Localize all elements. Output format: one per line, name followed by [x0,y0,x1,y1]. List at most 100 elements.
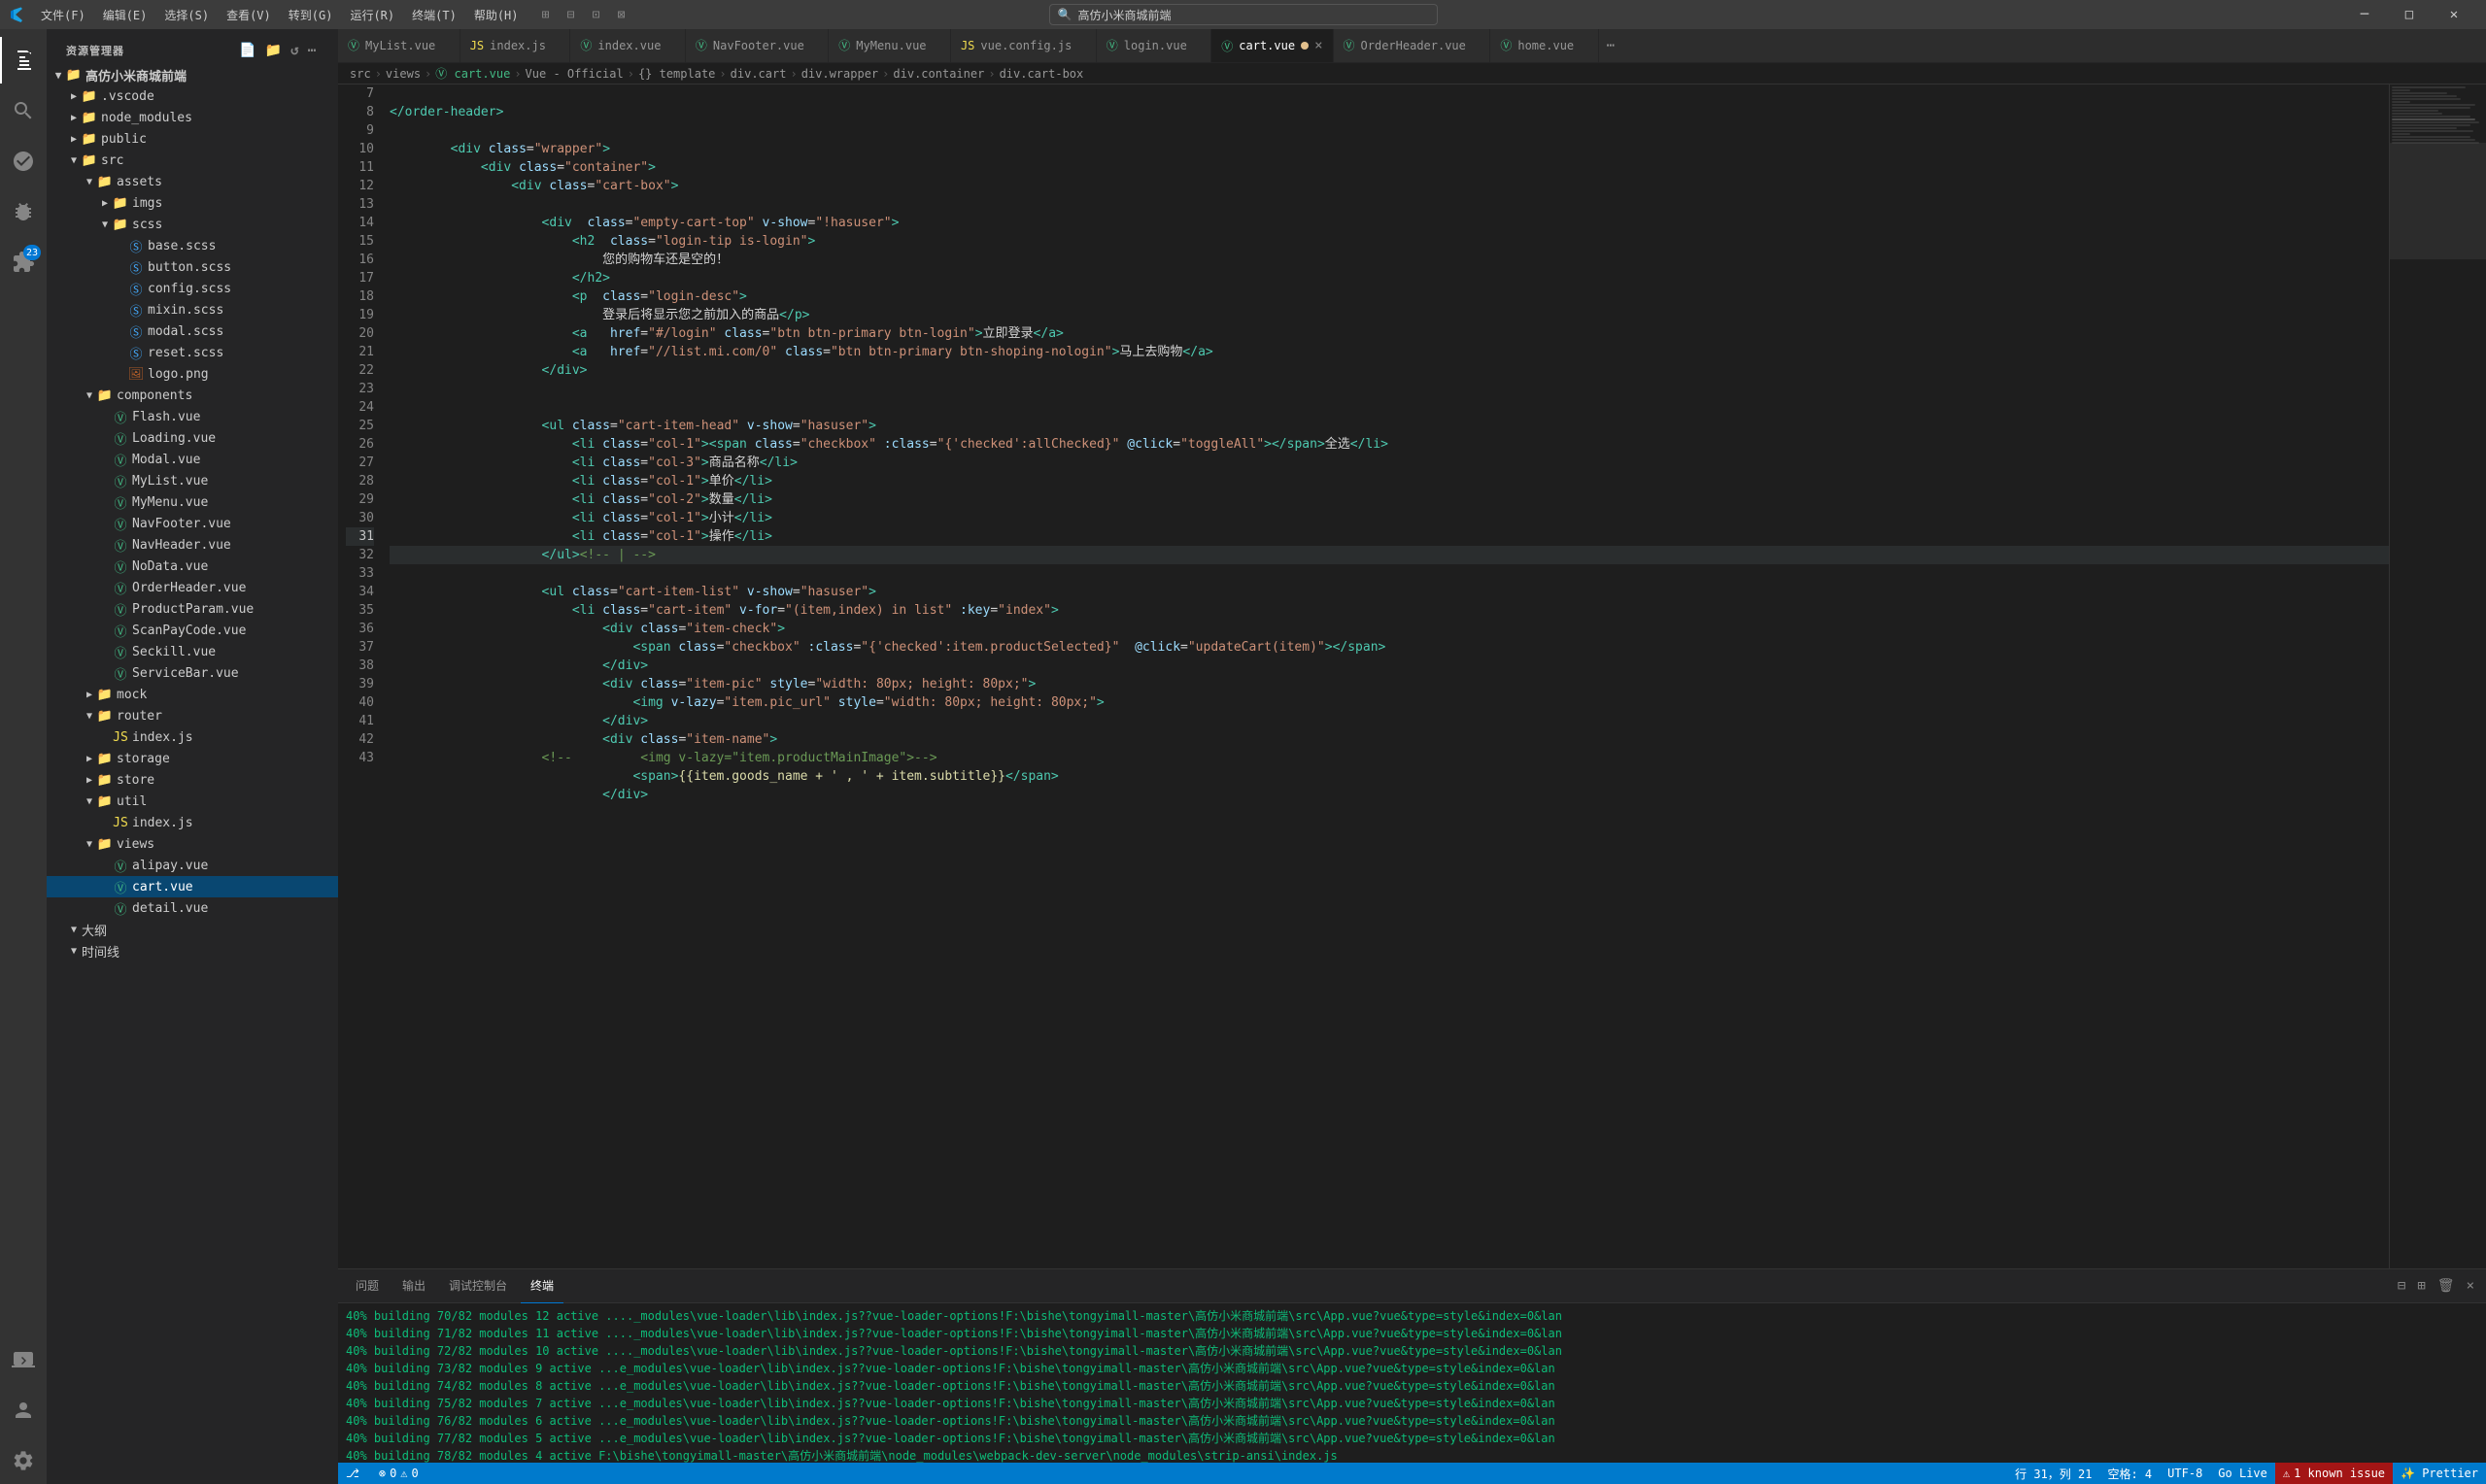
breadcrumb-div-wrapper[interactable]: div.wrapper [801,67,878,81]
tree-item-detail[interactable]: Ⓥ detail.vue [47,897,338,919]
tab-home[interactable]: Ⓥ home.vue × [1490,29,1598,62]
tree-item-scanpaycode[interactable]: Ⓥ ScanPayCode.vue [47,620,338,641]
activity-accounts[interactable] [0,1387,47,1433]
panel-split-icon[interactable]: ⊞ [2413,1274,2429,1298]
layout-icon-4[interactable]: ⊠ [610,3,633,26]
tree-item-mock[interactable]: ▶ 📁 mock [47,684,338,705]
status-encoding[interactable]: UTF-8 [2160,1463,2210,1484]
breadcrumb-vue-official[interactable]: Vue - Official [526,67,624,81]
status-golive[interactable]: Go Live [2210,1463,2275,1484]
activity-debug[interactable] [0,188,47,235]
collapse-all-icon[interactable]: ⋯ [306,41,319,60]
tree-item-public[interactable]: ▶ 📁 public [47,128,338,150]
tree-item-cart[interactable]: Ⓥ cart.vue [47,876,338,897]
tree-item-src[interactable]: ▼ 📁 src [47,150,338,171]
breadcrumb-cart-vue[interactable]: Ⓥ cart.vue [435,65,510,82]
tree-item-button-scss[interactable]: Ⓢ button.scss [47,256,338,278]
tree-item-modal[interactable]: Ⓥ Modal.vue [47,449,338,470]
tree-item-router-index[interactable]: JS index.js [47,726,338,748]
panel-kill-icon[interactable]: 🗑 [2434,1274,2459,1298]
menu-terminal[interactable]: 终端(T) [404,5,464,25]
menu-run[interactable]: 运行(R) [342,5,402,25]
menu-edit[interactable]: 编辑(E) [95,5,155,25]
menu-file[interactable]: 文件(F) [33,5,93,25]
tree-item-config-scss[interactable]: Ⓢ config.scss [47,278,338,299]
tree-item-router[interactable]: ▼ 📁 router [47,705,338,726]
status-known-issue[interactable]: ⚠ 1 known issue [2275,1463,2393,1484]
tree-item-mixin-scss[interactable]: Ⓢ mixin.scss [47,299,338,320]
tree-item-modal-scss[interactable]: Ⓢ modal.scss [47,320,338,342]
tab-cart-close[interactable]: × [1314,38,1322,53]
tree-item-mylist[interactable]: Ⓥ MyList.vue [47,470,338,491]
close-button[interactable]: ✕ [2432,0,2476,29]
tab-navfooter[interactable]: Ⓥ NavFooter.vue × [686,29,829,62]
minimize-button[interactable]: ─ [2342,0,2387,29]
tree-item-servicebar[interactable]: Ⓥ ServiceBar.vue [47,662,338,684]
breadcrumb-template[interactable]: {} template [638,67,715,81]
tab-mylist[interactable]: Ⓥ MyList.vue × [338,29,460,62]
tree-item-navheader[interactable]: Ⓥ NavHeader.vue [47,534,338,556]
refresh-icon[interactable]: ↺ [289,41,301,60]
activity-extensions[interactable]: 23 [0,239,47,286]
tree-item-components[interactable]: ▼ 📁 components [47,385,338,406]
tree-item-store[interactable]: ▶ 📁 store [47,769,338,791]
menu-goto[interactable]: 转到(G) [281,5,341,25]
new-file-icon[interactable]: 📄 [237,41,258,60]
layout-icon-3[interactable]: ⊡ [585,3,608,26]
tree-item-reset-scss[interactable]: Ⓢ reset.scss [47,342,338,363]
tab-login[interactable]: Ⓥ login.vue × [1097,29,1211,62]
tree-item-navfooter[interactable]: Ⓥ NavFooter.vue [47,513,338,534]
tree-item-loading[interactable]: Ⓥ Loading.vue [47,427,338,449]
panel-tab-terminal[interactable]: 终端 [521,1269,563,1303]
breadcrumb-div-container[interactable]: div.container [893,67,984,81]
tree-item-logo-png[interactable]: 🖼 logo.png [47,363,338,385]
tab-vue-config[interactable]: JS vue.config.js × [951,29,1097,62]
maximize-button[interactable]: □ [2387,0,2432,29]
tree-item-node-modules[interactable]: ▶ 📁 node_modules [47,107,338,128]
tree-item-alipay[interactable]: Ⓥ alipay.vue [47,855,338,876]
title-search[interactable]: 🔍 高仿小米商城前端 [1049,4,1438,25]
breadcrumb-views[interactable]: views [386,67,421,81]
panel-layout-icon[interactable]: ⊟ [2394,1274,2409,1298]
tree-item-orderheader[interactable]: Ⓥ OrderHeader.vue [47,577,338,598]
tree-item-vscode[interactable]: ▶ 📁 .vscode [47,85,338,107]
breadcrumb-div-cartbox[interactable]: div.cart-box [1000,67,1084,81]
tree-item-flash[interactable]: Ⓥ Flash.vue [47,406,338,427]
tree-item-nodata[interactable]: Ⓥ NoData.vue [47,556,338,577]
window-controls[interactable]: ─ □ ✕ [2342,0,2476,29]
tree-item-mymenu[interactable]: Ⓥ MyMenu.vue [47,491,338,513]
tree-item-scss[interactable]: ▼ 📁 scss [47,214,338,235]
tab-index-js[interactable]: JS index.js × [460,29,571,62]
menu-view[interactable]: 查看(V) [219,5,279,25]
tree-item-seckill[interactable]: Ⓥ Seckill.vue [47,641,338,662]
activity-git[interactable] [0,138,47,185]
layout-icon-1[interactable]: ⊞ [534,3,558,26]
tab-cart[interactable]: Ⓥ cart.vue × [1211,29,1333,62]
panel-tab-output[interactable]: 输出 [392,1269,435,1303]
layout-icon-2[interactable]: ⊟ [560,3,583,26]
code-content[interactable]: </order-header> <div class="wrapper"> <d… [382,84,2389,1268]
activity-search[interactable] [0,87,47,134]
status-errors[interactable]: ⊗ 0 ⚠ 0 [371,1463,426,1484]
new-folder-icon[interactable]: 📁 [263,41,285,60]
tree-item-util-index[interactable]: JS index.js [47,812,338,833]
tree-item-productparam[interactable]: Ⓥ ProductParam.vue [47,598,338,620]
tree-item-storage[interactable]: ▶ 📁 storage [47,748,338,769]
sidebar-actions[interactable]: 📄 📁 ↺ ⋯ [237,41,319,60]
status-prettier[interactable]: ✨ Prettier [2393,1463,2486,1484]
activity-settings[interactable] [0,1437,47,1484]
tree-item-util[interactable]: ▼ 📁 util [47,791,338,812]
tab-mymenu[interactable]: Ⓥ MyMenu.vue × [829,29,951,62]
tree-item-timeline[interactable]: ▼ 时间线 [47,940,338,961]
tree-item-views[interactable]: ▼ 📁 views [47,833,338,855]
status-cursor[interactable]: 行 31，列 21 [2007,1463,2099,1484]
panel-close-icon[interactable]: × [2463,1274,2478,1298]
activity-remote[interactable] [0,1336,47,1383]
panel-tab-problems[interactable]: 问题 [346,1269,389,1303]
breadcrumb-src[interactable]: src [350,67,371,81]
breadcrumb-div-cart[interactable]: div.cart [731,67,787,81]
status-indent[interactable]: 空格: 4 [2099,1463,2160,1484]
panel-tab-debug[interactable]: 调试控制台 [439,1269,517,1303]
tree-root[interactable]: ▼ 📁 高仿小米商城前端 [47,64,338,85]
tree-item-assets[interactable]: ▼ 📁 assets [47,171,338,192]
